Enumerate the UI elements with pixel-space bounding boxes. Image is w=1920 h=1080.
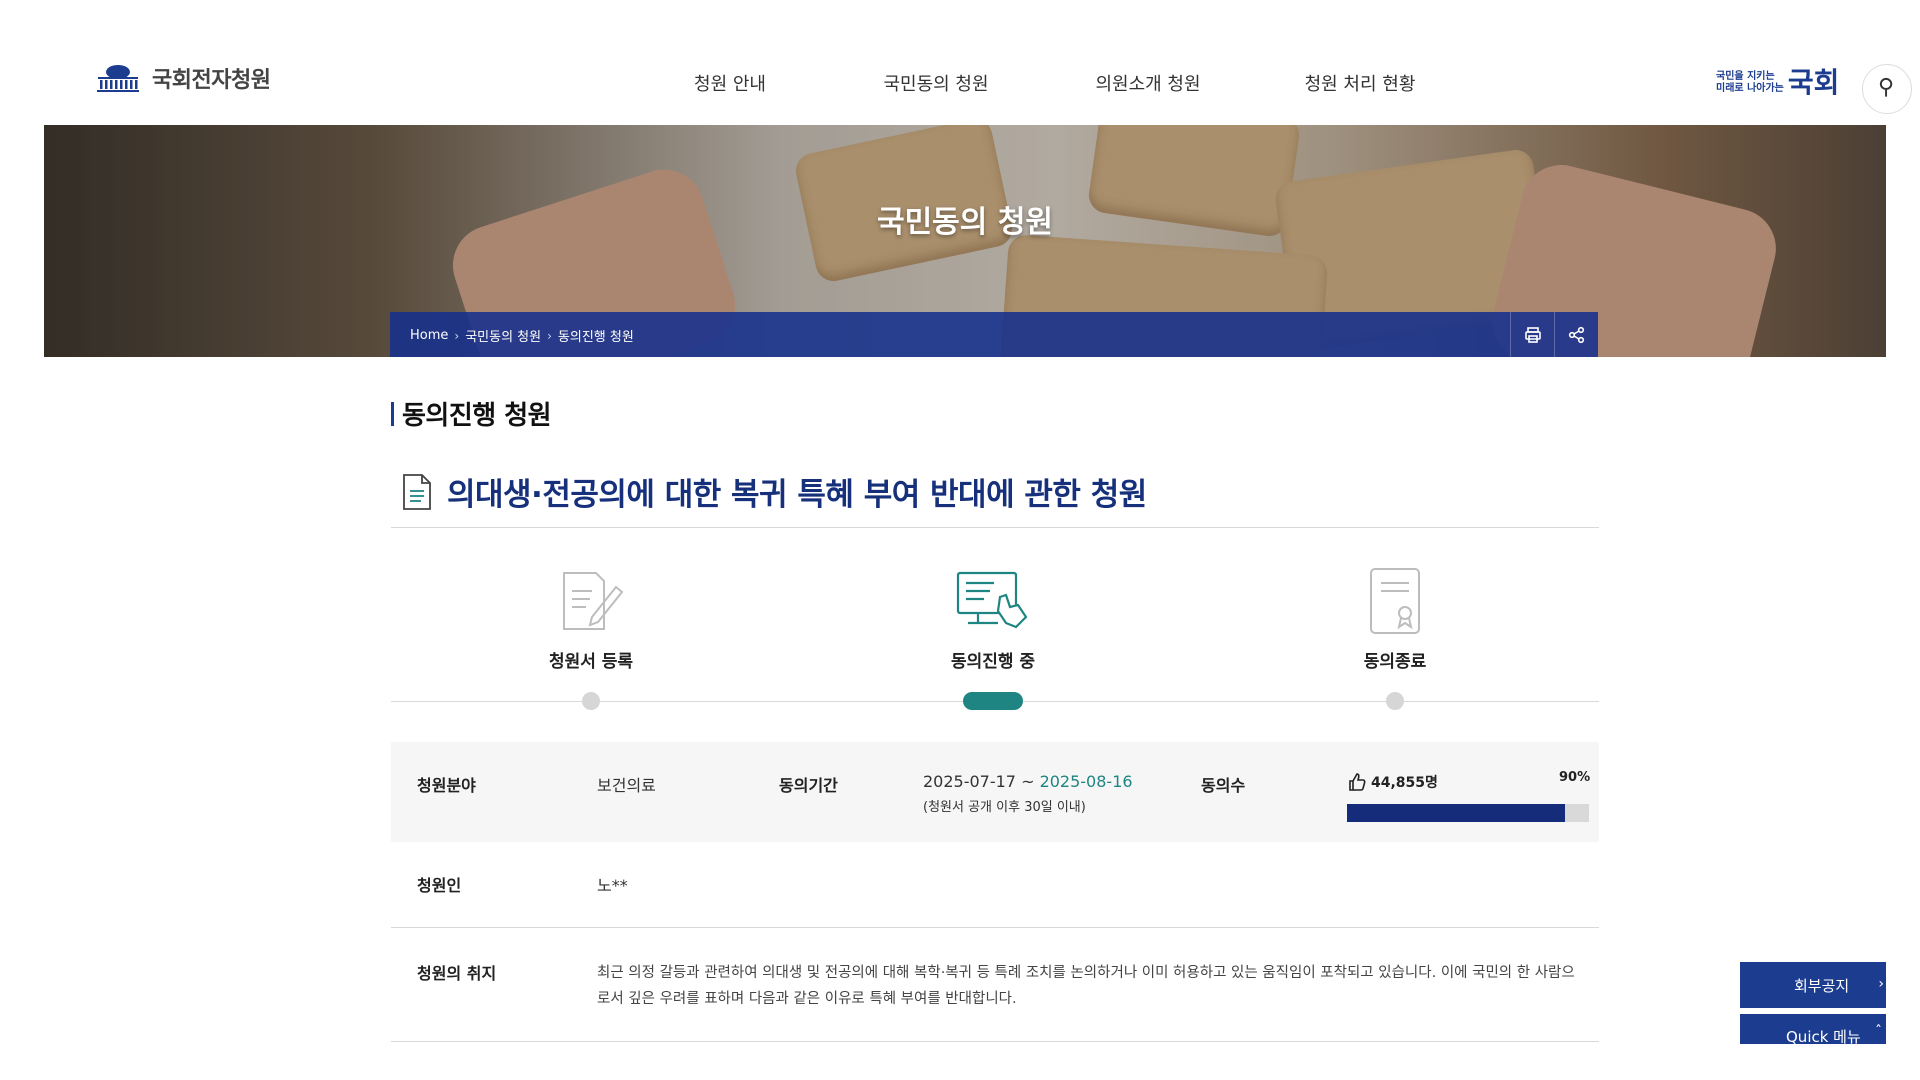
breadcrumb-bar: Home › 국민동의 청원 › 동의진행 청원	[390, 312, 1598, 357]
chevron-right-icon: ›	[1878, 976, 1884, 992]
field-label: 청원분야	[417, 776, 476, 795]
referral-notice-button[interactable]: 회부공지 ›	[1740, 962, 1886, 1008]
share-icon	[1568, 326, 1584, 343]
info-row-petitioner: 청원인 노**	[391, 842, 1599, 928]
field-value: 보건의료	[597, 776, 656, 795]
brand-wordmark: 국회	[1787, 66, 1840, 99]
step-dot-active	[963, 692, 1023, 710]
progress-bar	[1347, 804, 1589, 822]
document-icon	[403, 473, 431, 510]
computer-click-icon	[956, 571, 1028, 629]
quick-menu-button[interactable]: Quick 메뉴 ˆ	[1740, 1014, 1886, 1044]
hero-banner: 국민동의 청원 Home › 국민동의 청원 › 동의진행 청원	[44, 125, 1886, 357]
info-row-purpose: 청원의 취지 최근 의정 갈등과 관련하여 의대생 및 전공의에 대해 복학·복…	[391, 928, 1599, 1042]
period-value: 2025-07-17 ~ 2025-08-16	[923, 772, 1133, 791]
purpose-label: 청원의 취지	[417, 964, 497, 983]
step-label: 동의종료	[1363, 652, 1427, 672]
period-note: (청원서 공개 이후 30일 이내)	[923, 800, 1086, 815]
breadcrumb-home[interactable]: Home	[410, 328, 448, 343]
petitioner-label: 청원인	[417, 876, 462, 895]
period-label: 동의기간	[779, 776, 838, 795]
logo-text: 국회전자청원	[152, 68, 271, 93]
assembly-brand[interactable]: 국민을 지키는 미래로 나아가는 국회	[1716, 68, 1839, 98]
chevron-right-icon: ›	[547, 328, 552, 343]
document-edit-icon	[563, 572, 624, 630]
step-label: 청원서 등록	[548, 652, 634, 672]
petitioner-value: 노**	[597, 876, 628, 895]
chevron-up-icon: ˆ	[1875, 1024, 1882, 1040]
search-button[interactable]: ⚲	[1862, 64, 1912, 114]
brand-line2: 미래로 나아가는	[1716, 83, 1784, 94]
vote-count-value: 44,855명	[1371, 775, 1438, 791]
brand-line1: 국민을 지키는	[1716, 71, 1775, 82]
title-accent-bar	[391, 401, 394, 426]
share-button[interactable]	[1554, 312, 1598, 357]
site-logo[interactable]: 국회전자청원	[94, 62, 271, 94]
period-end: 2025-08-16	[1039, 772, 1133, 791]
chevron-right-icon: ›	[454, 328, 460, 343]
nav-item-member-referral[interactable]: 의원소개 청원	[1042, 70, 1254, 96]
step-closed: 동의종료	[1295, 567, 1495, 672]
divider	[391, 527, 1599, 528]
thumbs-up-icon	[1349, 773, 1366, 791]
nav-item-status[interactable]: 청원 처리 현황	[1254, 70, 1466, 96]
nav-item-guide[interactable]: 청원 안내	[630, 70, 830, 96]
step-dot	[1386, 692, 1404, 710]
breadcrumb: Home › 국민동의 청원 › 동의진행 청원	[410, 326, 634, 345]
main-nav: 청원 안내 국민동의 청원 의원소개 청원 청원 처리 현황	[660, 70, 1466, 96]
progress-percent: 90%	[1559, 770, 1591, 785]
certificate-icon	[1370, 568, 1420, 634]
breadcrumb-current[interactable]: 동의진행 청원	[558, 326, 634, 345]
step-label: 동의진행 중	[950, 652, 1036, 672]
petition-title-text: 의대생·전공의에 대한 복귀 특혜 부여 반대에 관한 청원	[447, 477, 1147, 513]
period-start: 2025-07-17 ~	[923, 772, 1040, 791]
quick-menu-label: Quick 메뉴	[1786, 1028, 1861, 1044]
hero-title: 국민동의 청원	[876, 205, 1054, 240]
vote-count: 44,855명	[1347, 772, 1438, 792]
step-registration: 청원서 등록	[491, 567, 691, 672]
referral-notice-label: 회부공지	[1794, 976, 1850, 995]
search-icon: ⚲	[1878, 75, 1895, 100]
print-button[interactable]	[1510, 312, 1554, 357]
breadcrumb-public-consent[interactable]: 국민동의 청원	[465, 326, 541, 345]
section-title-text: 동의진행 청원	[402, 401, 552, 431]
step-in-progress: 동의진행 중	[893, 567, 1093, 672]
nav-item-public-consent[interactable]: 국민동의 청원	[830, 70, 1042, 96]
print-icon	[1524, 326, 1541, 343]
site-header: 국회전자청원 청원 안내 국민동의 청원 의원소개 청원 청원 처리 현황 국민…	[0, 0, 1920, 125]
purpose-text: 최근 의정 갈등과 관련하여 의대생 및 전공의에 대해 복학·복귀 등 특례 …	[597, 965, 1575, 1007]
petition-title: 의대생·전공의에 대한 복귀 특혜 부여 반대에 관한 청원	[401, 469, 1147, 514]
count-label: 동의수	[1201, 776, 1246, 795]
assembly-building-icon	[97, 65, 139, 92]
step-dot	[582, 692, 600, 710]
section-title: 동의진행 청원	[391, 395, 552, 432]
progress-bar-fill	[1347, 804, 1565, 822]
info-row-summary: 청원분야 보건의료 동의기간 2025-07-17 ~ 2025-08-16 (…	[391, 742, 1599, 842]
